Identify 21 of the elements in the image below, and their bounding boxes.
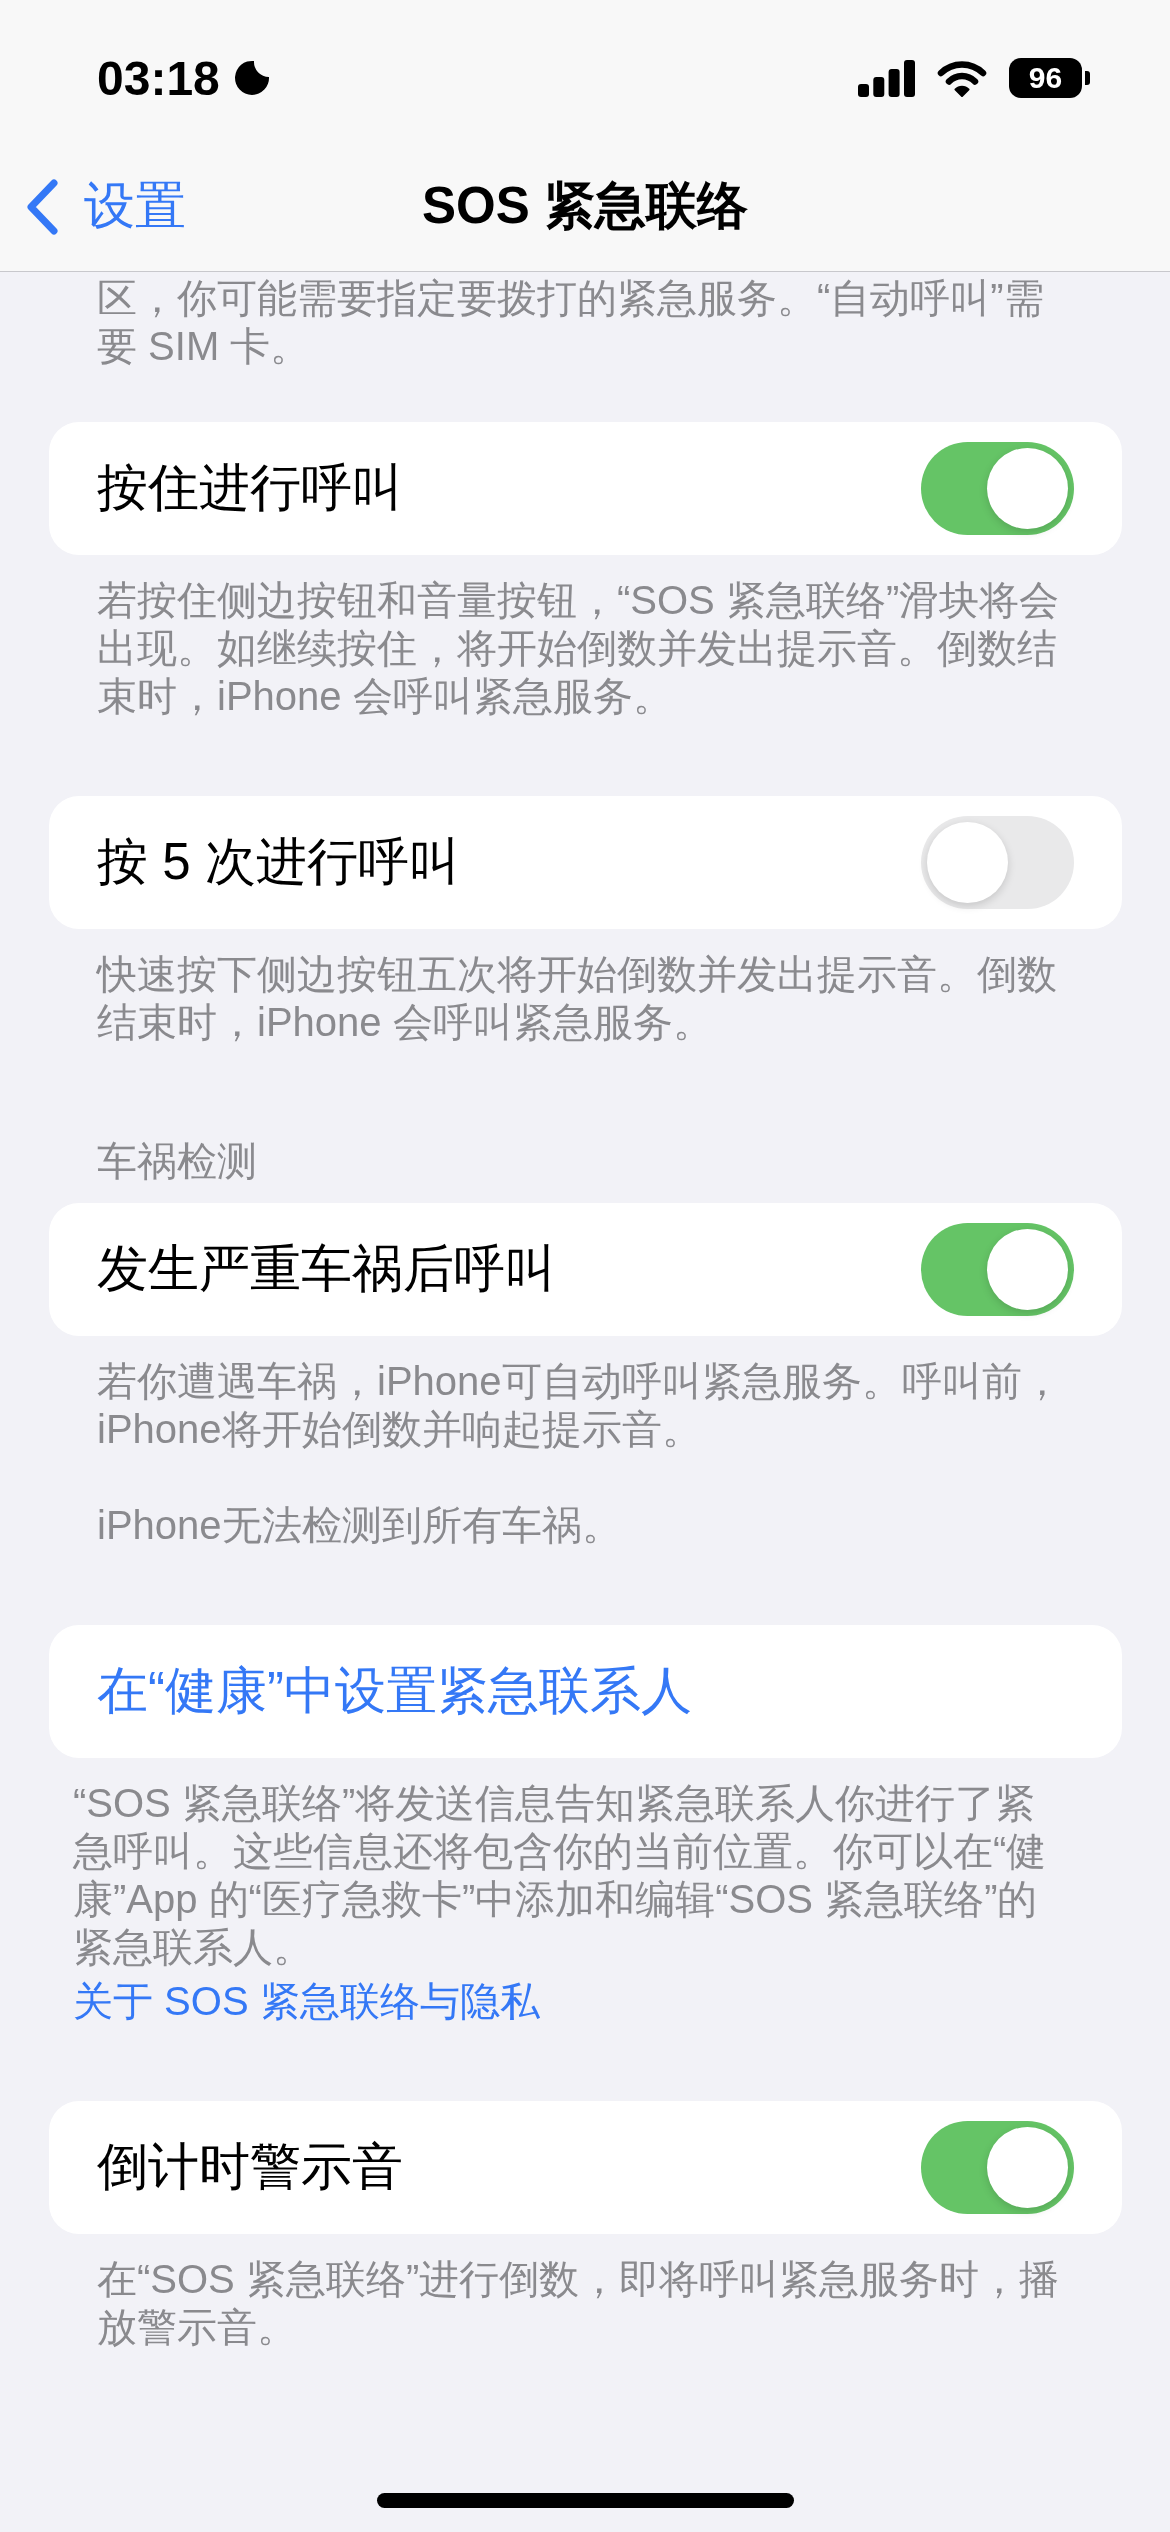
wifi-icon bbox=[937, 59, 987, 97]
setting-label: 按住进行呼叫 bbox=[97, 458, 403, 518]
setting-label: 发生严重车祸后呼叫 bbox=[97, 1239, 556, 1299]
footer-text: 在“SOS 紧急联络”进行倒数，即将呼叫紧急服务时，播放警示音。 bbox=[97, 2256, 1061, 2351]
setting-label: 按 5 次进行呼叫 bbox=[97, 832, 460, 892]
nav-title: SOS 紧急联络 bbox=[422, 176, 748, 236]
chevron-left-icon bbox=[26, 178, 58, 235]
setting-link[interactable]: 在“健康”中设置紧急联系人 bbox=[97, 1657, 692, 1726]
footer-text: 若你遭遇车祸，iPhone可自动呼叫紧急服务。呼叫前，iPhone将开始倒数并响起提示音。 bbox=[97, 1358, 1063, 1453]
setting-label: 倒计时警示音 bbox=[97, 2137, 403, 2197]
footer-text: 区，你可能需要指定要拨打的紧急服务。“自动呼叫”需要 SIM 卡。 bbox=[96, 275, 1045, 370]
privacy-link[interactable]: 关于 SOS 紧急联络与隐私 bbox=[73, 1977, 540, 2025]
footer-text: 若按住侧边按钮和音量按钮，“SOS 紧急联络”滑块将会出现。如继续按住，将开始倒数并发出提示音。倒数结束时，iPhone 会呼叫紧急服务。 bbox=[97, 577, 1061, 720]
footer-text: 快速按下侧边按钮五次将开始倒数并发出提示音。倒数结束时，iPhone 会呼叫紧急服务。 bbox=[97, 951, 1058, 1046]
battery-indicator: 96 bbox=[1009, 58, 1090, 98]
section-header: 车祸检测 bbox=[96, 1138, 258, 1185]
footer-text: “SOS 紧急联络”将发送信息告知紧急联系人你进行了紧急呼叫。这些信息还将包含你的当前位置。你可以在“健康”App 的“医疗急救卡”中添加和编辑“SOS 紧急联络”的紧急联系人。 bbox=[73, 1780, 1048, 1971]
status-time: 03:18 bbox=[97, 50, 220, 106]
footer-text: iPhone无法检测到所有车祸。 bbox=[97, 1502, 623, 1549]
back-button[interactable]: 设置 bbox=[26, 172, 186, 241]
signal-icon bbox=[858, 59, 915, 97]
